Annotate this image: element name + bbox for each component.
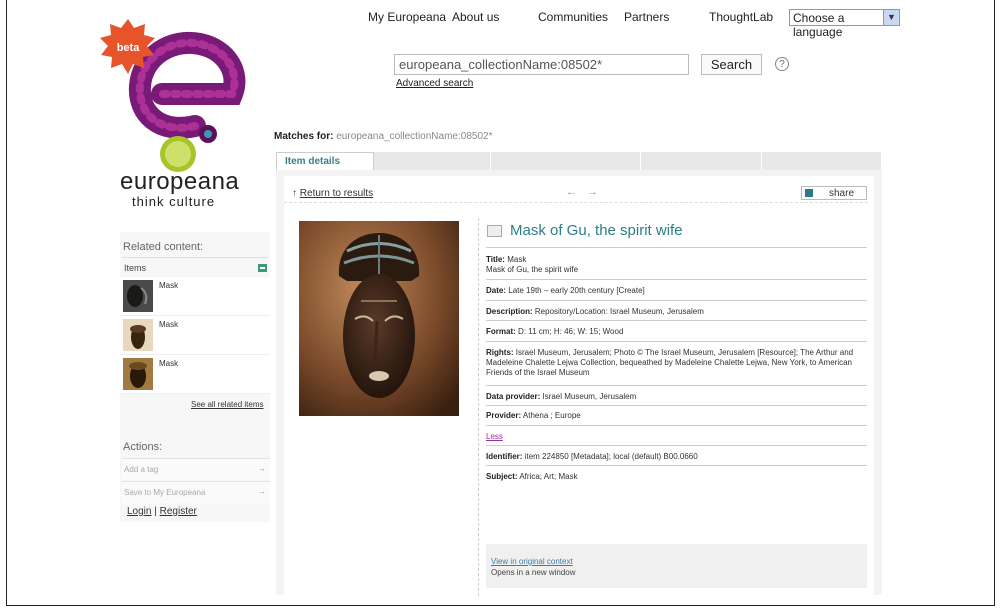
mask-image[interactable]: [299, 221, 459, 416]
related-item[interactable]: Mask: [120, 277, 270, 316]
less-link[interactable]: Less: [486, 432, 503, 441]
separator: [122, 257, 268, 258]
actions-heading: Actions:: [123, 441, 163, 453]
separator: [486, 300, 867, 301]
related-item-thumbnail: [123, 358, 153, 390]
related-item-label: Mask: [159, 359, 179, 368]
share-icon: [805, 189, 813, 197]
related-content-heading: Related content:: [123, 241, 204, 253]
login-link[interactable]: Login: [127, 506, 151, 517]
item-title: Mask of Gu, the spirit wife: [510, 222, 683, 239]
pager-arrows: ←→: [566, 186, 608, 198]
related-item-thumbnail: [123, 319, 153, 351]
field-format: Format: D: 11 cm; H: 46; W: 15; Wood: [486, 327, 624, 336]
original-context-box: [486, 544, 867, 588]
separator: [486, 247, 867, 248]
separator: [486, 425, 867, 426]
tab-bar: Item details: [276, 152, 882, 171]
arrow-right-icon: →: [258, 487, 266, 496]
arrow-right-icon: →: [258, 464, 266, 473]
separator: [486, 445, 867, 446]
separator: [486, 465, 867, 466]
brand-name: europeana: [120, 168, 240, 195]
up-arrow-icon: ↑: [292, 188, 297, 199]
nav-my-europeana[interactable]: My Europeana: [368, 10, 446, 24]
field-rights: Rights: Israel Museum, Jerusalem; Photo …: [486, 348, 854, 377]
field-identifier: Identifier: item 224850 [Metadata]; loca…: [486, 452, 698, 461]
search-button[interactable]: Search: [701, 54, 762, 75]
share-label: share: [828, 188, 854, 199]
chevron-down-icon[interactable]: ▼: [883, 10, 899, 25]
save-to-my-europeana-label: Save to My Europeana: [124, 488, 206, 497]
details-divider: [478, 218, 479, 596]
opens-new-window-note: Opens in a new window: [491, 568, 576, 577]
field-date: Date: Late 19th – early 20th century [Cr…: [486, 286, 645, 295]
separator: [486, 341, 867, 342]
logo-e-mark-icon: [128, 31, 246, 172]
related-item-label: Mask: [159, 281, 179, 290]
items-label: Items: [124, 263, 147, 273]
nav-about-us[interactable]: About us: [452, 10, 499, 24]
nav-communities[interactable]: Communities: [538, 10, 608, 24]
return-to-results[interactable]: ↑ Return to results: [292, 188, 373, 199]
separator: [486, 279, 867, 280]
language-select[interactable]: Choose a language ▼: [789, 9, 900, 39]
matches-line: Matches for: europeana_collectionName:08…: [274, 131, 492, 142]
return-to-results-link[interactable]: Return to results: [300, 188, 373, 199]
tab-3[interactable]: [491, 152, 641, 171]
help-icon[interactable]: ?: [775, 57, 789, 71]
matches-label: Matches for:: [274, 131, 334, 142]
beta-badge-label: beta: [117, 42, 141, 54]
brand-tagline: think culture: [132, 194, 216, 209]
share-button[interactable]: share: [801, 186, 867, 200]
login-separator: |: [154, 506, 157, 517]
tab-4[interactable]: [641, 152, 762, 171]
separator: [486, 320, 867, 321]
add-tag-action[interactable]: Add a tag →: [122, 458, 270, 480]
field-provider: Provider: Athena ; Europe: [486, 411, 581, 420]
view-original-context-link[interactable]: View in original context: [491, 557, 573, 566]
nav-partners[interactable]: Partners: [624, 10, 669, 24]
tab-2[interactable]: [374, 152, 491, 171]
add-tag-label: Add a tag: [124, 465, 159, 474]
field-data-provider: Data provider: Israel Museum, Jerusalem: [486, 392, 637, 401]
next-arrow-icon[interactable]: →: [587, 186, 608, 198]
field-description: Description: Repository/Location: Israel…: [486, 307, 704, 316]
collapse-icon[interactable]: [258, 264, 267, 272]
matches-query: europeana_collectionName:08502*: [336, 131, 493, 142]
field-subject: Subject: Africa; Art; Mask: [486, 472, 578, 481]
login-register: Login | Register: [127, 506, 197, 517]
prev-arrow-icon[interactable]: ←: [566, 186, 587, 198]
separator: [486, 405, 867, 406]
register-link[interactable]: Register: [160, 506, 197, 517]
search-input[interactable]: [394, 54, 689, 75]
tab-item-details[interactable]: Item details: [276, 152, 374, 171]
related-item[interactable]: Mask: [120, 316, 270, 355]
image-type-icon: [487, 225, 502, 237]
related-item[interactable]: Mask: [120, 355, 270, 394]
nav-thoughtlab[interactable]: ThoughtLab: [709, 10, 773, 24]
tab-5[interactable]: [762, 152, 882, 171]
separator: [486, 385, 867, 386]
field-title: Title: Mask Mask of Gu, the spirit wife: [486, 255, 579, 274]
related-item-label: Mask: [159, 320, 179, 329]
advanced-search-link[interactable]: Advanced search: [396, 78, 473, 89]
save-to-my-europeana-action[interactable]: Save to My Europeana →: [122, 481, 270, 503]
see-all-related-items-link[interactable]: See all related items: [191, 400, 263, 409]
language-select-value: Choose a language: [793, 11, 845, 39]
related-item-thumbnail: [123, 280, 153, 312]
